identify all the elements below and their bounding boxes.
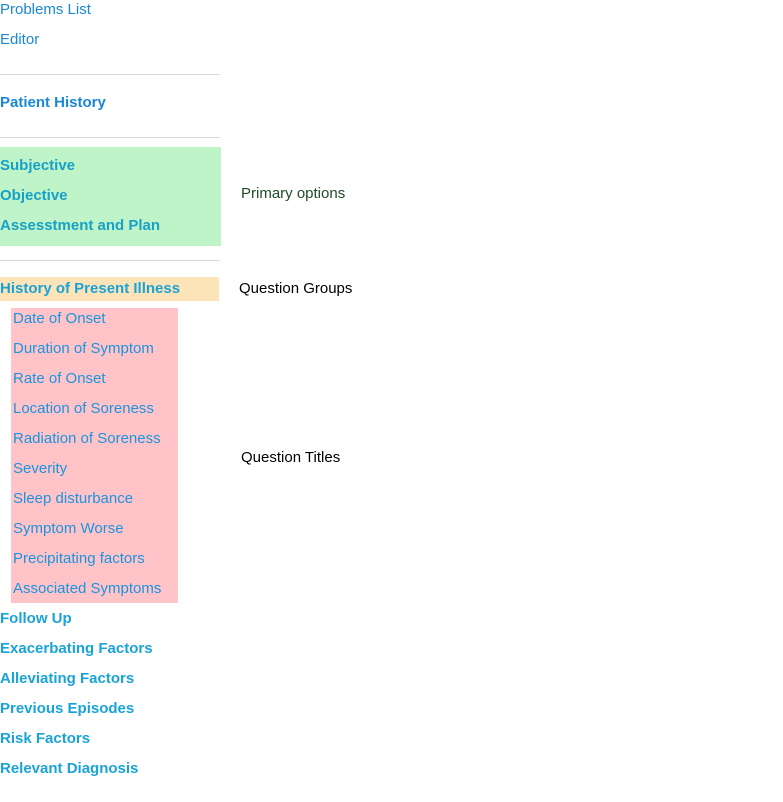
question-title[interactable]: Severity (13, 459, 67, 479)
primary-option-objective[interactable]: Objective (0, 186, 68, 206)
question-title[interactable]: Duration of Symptom (13, 339, 154, 359)
patient-history-link[interactable]: Patient History (0, 93, 106, 113)
question-group-follow-up[interactable]: Follow Up (0, 609, 72, 629)
question-title[interactable]: Rate of Onset (13, 369, 106, 389)
question-title[interactable]: Radiation of Soreness (13, 429, 161, 449)
annotation-question-titles: Question Titles (241, 449, 341, 466)
annotation-question-groups: Question Groups (239, 280, 353, 297)
divider-middle (0, 137, 220, 138)
question-title[interactable]: Symptom Worse (13, 519, 124, 539)
question-group-alleviating-factors[interactable]: Alleviating Factors (0, 669, 134, 689)
divider-top (0, 74, 220, 75)
primary-option-subjective[interactable]: Subjective (0, 156, 75, 176)
question-title[interactable]: Associated Symptoms (13, 579, 161, 599)
question-group-history-present-illness[interactable]: History of Present Illness (0, 279, 180, 299)
question-title[interactable]: Precipitating factors (13, 549, 145, 569)
question-title[interactable]: Sleep disturbance (13, 489, 133, 509)
question-group-exacerbating-factors[interactable]: Exacerbating Factors (0, 639, 153, 659)
question-title[interactable]: Location of Soreness (13, 399, 154, 419)
question-group-relevant-diagnosis[interactable]: Relevant Diagnosis (0, 759, 138, 779)
question-group-risk-factors[interactable]: Risk Factors (0, 729, 90, 749)
annotation-primary-options: Primary options (241, 185, 346, 202)
question-title[interactable]: Date of Onset (13, 309, 106, 329)
divider-lower (0, 260, 220, 261)
primary-option-assessment-plan[interactable]: Assesstment and Plan (0, 216, 160, 236)
editor-link[interactable]: Editor (0, 30, 39, 50)
question-group-previous-episodes[interactable]: Previous Episodes (0, 699, 134, 719)
problems-list-link[interactable]: Problems List (0, 0, 91, 20)
